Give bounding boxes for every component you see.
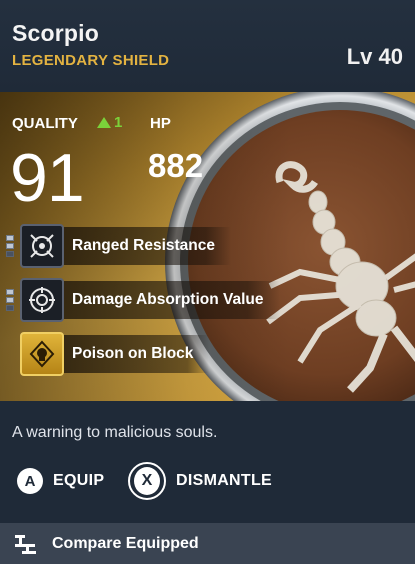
dismantle-button[interactable]: X DISMANTLE: [128, 462, 272, 500]
perk-label: Poison on Block: [64, 335, 210, 373]
perk-tier-pips: [6, 280, 16, 320]
compare-equipped-label: Compare Equipped: [52, 534, 199, 552]
equip-label: EQUIP: [53, 472, 105, 489]
quality-label: QUALITY: [12, 115, 78, 132]
quality-delta: 1: [97, 114, 122, 131]
a-button-icon: A: [17, 468, 43, 494]
poison-on-block-icon: [20, 332, 64, 376]
item-description: A warning to malicious souls.: [12, 424, 218, 441]
item-header: Scorpio LEGENDARY SHIELD Lv 40: [0, 0, 415, 92]
ranged-resistance-icon: [20, 224, 64, 268]
item-rarity: LEGENDARY SHIELD: [12, 52, 170, 69]
perk-label: Damage Absorption Value: [64, 281, 280, 319]
x-button-icon: X: [128, 462, 166, 500]
perk-item[interactable]: Ranged Resistance: [6, 224, 231, 268]
x-button-glyph: X: [134, 467, 160, 495]
item-name: Scorpio: [12, 20, 100, 46]
perk-item[interactable]: Poison on Block: [20, 332, 210, 376]
perk-tier-pips: [6, 226, 16, 266]
equip-button[interactable]: A EQUIP: [17, 468, 104, 494]
item-hero: QUALITY 1 HP 91 882 Ranged Resistance Da…: [0, 92, 415, 401]
damage-absorption-icon: [20, 278, 64, 322]
up-arrow-icon: [97, 117, 111, 128]
hp-value: 882: [148, 147, 204, 184]
item-level: Lv 40: [346, 44, 403, 69]
compare-equipped-button[interactable]: Compare Equipped: [0, 523, 415, 564]
quality-value: 91: [10, 140, 85, 216]
compare-icon: [15, 534, 36, 554]
perk-item[interactable]: Damage Absorption Value: [6, 278, 280, 322]
dismantle-label: DISMANTLE: [176, 472, 273, 489]
quality-delta-value: 1: [114, 114, 123, 131]
hp-label: HP: [150, 115, 171, 132]
perk-label: Ranged Resistance: [64, 227, 231, 265]
item-card: Scorpio LEGENDARY SHIELD Lv 40 QUALITY 1…: [0, 0, 415, 564]
